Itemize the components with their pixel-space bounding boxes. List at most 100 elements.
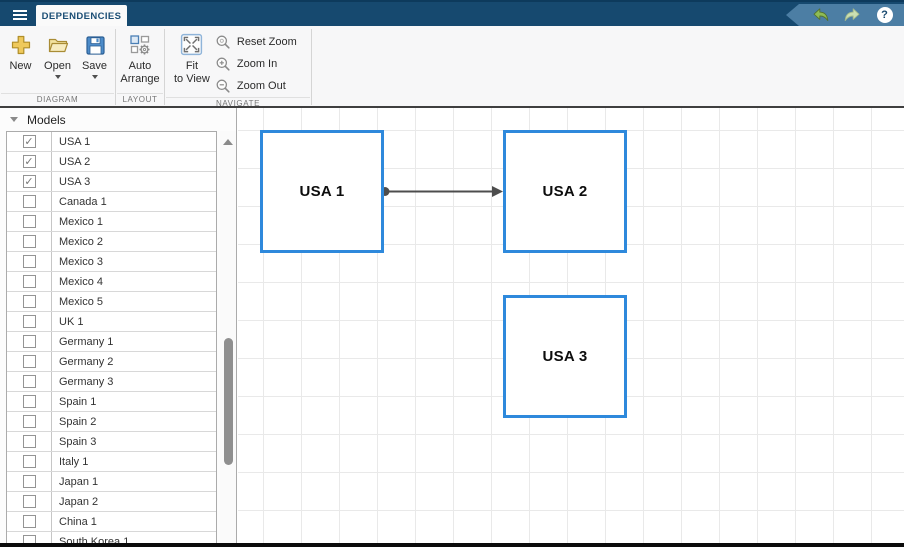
model-row[interactable]: ✓ USA 3 <box>7 172 216 192</box>
model-row[interactable]: Mexico 4 <box>7 272 216 292</box>
model-checkbox-cell <box>7 212 52 231</box>
undo-button[interactable] <box>811 6 830 25</box>
model-name: Mexico 2 <box>52 236 103 248</box>
new-button[interactable]: New <box>6 29 35 79</box>
model-checkbox[interactable] <box>23 315 36 328</box>
open-button[interactable]: Open <box>43 29 72 79</box>
model-row[interactable]: South Korea 1 <box>7 532 216 543</box>
model-name: Germany 1 <box>52 336 113 348</box>
model-checkbox-cell <box>7 412 52 431</box>
model-row[interactable]: Germany 1 <box>7 332 216 352</box>
model-row[interactable]: Mexico 2 <box>7 232 216 252</box>
model-row[interactable]: Japan 2 <box>7 492 216 512</box>
scrollbar-thumb[interactable] <box>224 338 233 465</box>
model-checkbox[interactable] <box>23 515 36 528</box>
diagram-node[interactable]: USA 1 <box>260 130 384 253</box>
hamburger-menu-button[interactable] <box>6 5 34 25</box>
save-dropdown-caret-icon[interactable] <box>92 75 98 79</box>
model-checkbox-cell <box>7 432 52 451</box>
model-checkbox[interactable] <box>23 355 36 368</box>
help-button[interactable]: ? <box>875 6 894 25</box>
model-checkbox[interactable] <box>23 395 36 408</box>
model-row[interactable]: Italy 1 <box>7 452 216 472</box>
model-row[interactable]: Mexico 5 <box>7 292 216 312</box>
model-row[interactable]: Mexico 1 <box>7 212 216 232</box>
model-name: Japan 1 <box>52 476 98 488</box>
model-checkbox[interactable] <box>23 215 36 228</box>
redo-button[interactable] <box>843 6 862 25</box>
model-name: USA 3 <box>52 176 90 188</box>
model-row[interactable]: Japan 1 <box>7 472 216 492</box>
model-checkbox[interactable]: ✓ <box>23 155 36 168</box>
auto-arrange-icon <box>126 31 153 58</box>
model-name: Germany 2 <box>52 356 113 368</box>
model-name: Spain 1 <box>52 396 96 408</box>
model-name: Japan 2 <box>52 496 98 508</box>
model-checkbox[interactable] <box>23 235 36 248</box>
model-checkbox[interactable] <box>23 375 36 388</box>
model-name: Mexico 5 <box>52 296 103 308</box>
toolstrip-divider <box>311 29 312 105</box>
model-row[interactable]: Canada 1 <box>7 192 216 212</box>
section-label-layout: LAYOUT <box>117 93 163 106</box>
model-checkbox[interactable] <box>23 335 36 348</box>
model-checkbox[interactable] <box>23 495 36 508</box>
model-name: Mexico 1 <box>52 216 103 228</box>
model-checkbox[interactable] <box>23 415 36 428</box>
model-checkbox[interactable] <box>23 275 36 288</box>
model-row[interactable]: ✓ USA 2 <box>7 152 216 172</box>
model-name: Mexico 4 <box>52 276 103 288</box>
zoom-in-button[interactable]: Zoom In <box>211 53 305 75</box>
auto-arrange-button[interactable]: Auto Arrange <box>119 29 160 86</box>
node-label: USA 3 <box>542 348 587 365</box>
reset-zoom-magnifier-icon <box>215 34 231 50</box>
diagram-node[interactable]: USA 2 <box>503 130 627 253</box>
model-checkbox-cell <box>7 192 52 211</box>
model-checkbox-cell <box>7 252 52 271</box>
diagram-canvas[interactable]: USA 1 USA 2 USA 3 <box>238 108 904 543</box>
diagram-node[interactable]: USA 3 <box>503 295 627 418</box>
model-checkbox[interactable] <box>23 195 36 208</box>
model-checkbox-cell <box>7 272 52 291</box>
model-row[interactable]: China 1 <box>7 512 216 532</box>
model-row[interactable]: Mexico 3 <box>7 252 216 272</box>
model-row[interactable]: UK 1 <box>7 312 216 332</box>
model-checkbox[interactable]: ✓ <box>23 135 36 148</box>
fit-to-view-button[interactable]: Fit to View <box>173 29 211 86</box>
model-row[interactable]: Germany 3 <box>7 372 216 392</box>
toolstrip: New Open <box>0 26 904 108</box>
help-icon: ? <box>877 7 893 23</box>
model-checkbox[interactable] <box>23 255 36 268</box>
model-checkbox[interactable] <box>23 455 36 468</box>
model-checkbox-cell: ✓ <box>7 152 52 171</box>
zoom-out-button[interactable]: Zoom Out <box>211 75 305 97</box>
model-row[interactable]: Spain 1 <box>7 392 216 412</box>
model-row[interactable]: ✓ USA 1 <box>7 132 216 152</box>
model-row[interactable]: Germany 2 <box>7 352 216 372</box>
models-scrollbar[interactable] <box>220 131 237 543</box>
open-dropdown-caret-icon[interactable] <box>55 75 61 79</box>
model-name: Italy 1 <box>52 456 88 468</box>
model-checkbox[interactable] <box>23 435 36 448</box>
save-button[interactable]: Save <box>80 29 109 79</box>
toolbar-section-diagram: New Open <box>0 26 115 106</box>
model-checkbox[interactable] <box>23 475 36 488</box>
model-checkbox-cell: ✓ <box>7 172 52 191</box>
model-row[interactable]: Spain 3 <box>7 432 216 452</box>
scrollbar-up-arrow-icon[interactable] <box>223 139 233 145</box>
model-checkbox[interactable] <box>23 535 36 543</box>
model-checkbox[interactable] <box>23 295 36 308</box>
node-label: USA 1 <box>299 183 344 200</box>
reset-zoom-button[interactable]: Reset Zoom <box>211 31 305 53</box>
model-row[interactable]: Spain 2 <box>7 412 216 432</box>
zoom-in-magnifier-icon <box>215 56 231 72</box>
models-panel-header[interactable]: Models <box>0 108 237 131</box>
collapse-arrow-icon[interactable] <box>10 117 18 122</box>
model-checkbox[interactable]: ✓ <box>23 175 36 188</box>
model-name: China 1 <box>52 516 97 528</box>
model-name: UK 1 <box>52 316 83 328</box>
model-name: USA 1 <box>52 136 90 148</box>
titlebar: DEPENDENCIES ? <box>0 0 904 26</box>
zoom-button-group: Reset Zoom Zoom In <box>211 29 305 97</box>
tab-dependencies[interactable]: DEPENDENCIES <box>36 5 127 28</box>
